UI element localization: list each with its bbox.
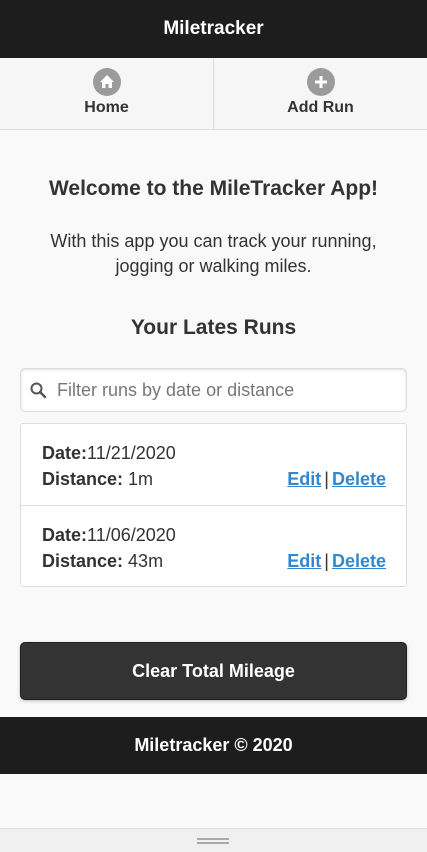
nav-add-run-label: Add Run <box>287 99 354 116</box>
navbar: Home Add Run <box>0 58 427 130</box>
home-icon <box>92 68 121 96</box>
delete-link[interactable]: Delete <box>332 551 386 571</box>
separator: | <box>324 551 329 571</box>
clear-mileage-label: Clear Total Mileage <box>132 660 295 681</box>
main-content: Welcome to the MileTracker App! With thi… <box>0 176 427 700</box>
nav-add-run-button[interactable]: Add Run <box>213 58 427 129</box>
date-label: Date: <box>42 443 88 463</box>
app-footer: Miletracker © 2020 <box>0 717 427 774</box>
runs-section-title: Your Lates Runs <box>130 316 297 339</box>
distance-value: 43m <box>128 551 164 571</box>
welcome-title: Welcome to the MileTracker App! <box>48 177 379 200</box>
nav-home-button[interactable]: Home <box>0 58 213 129</box>
run-actions: Edit | Delete <box>287 466 386 492</box>
app-header: Miletracker <box>0 0 427 58</box>
search-box <box>20 368 407 412</box>
clear-mileage-button[interactable]: Clear Total Mileage <box>20 642 407 700</box>
date-value: 11/06/2020 <box>87 525 176 545</box>
delete-link[interactable]: Delete <box>332 469 386 489</box>
date-label: Date: <box>42 525 88 545</box>
edit-link[interactable]: Edit <box>287 469 321 489</box>
footer-text: Miletracker © 2020 <box>134 735 293 755</box>
bottom-bar <box>0 828 427 852</box>
date-value: 11/21/2020 <box>87 443 176 463</box>
search-input[interactable] <box>57 379 406 401</box>
search-icon <box>29 381 47 399</box>
separator: | <box>324 469 329 489</box>
welcome-text: With this app you can track your running… <box>50 231 377 276</box>
distance-label: Distance: <box>42 469 124 489</box>
edit-link[interactable]: Edit <box>287 551 321 571</box>
drag-handle-icon[interactable] <box>197 838 229 844</box>
nav-home-label: Home <box>84 99 129 116</box>
distance-label: Distance: <box>42 551 124 571</box>
plus-icon <box>306 68 335 96</box>
run-date: Date:11/06/2020 <box>42 522 386 548</box>
list-item: Date:11/21/2020 Distance: 1m Edit | Delete <box>21 424 406 505</box>
distance-value: 1m <box>128 469 154 489</box>
app-title: Miletracker <box>163 18 264 39</box>
run-actions: Edit | Delete <box>287 548 386 574</box>
list-item: Date:11/06/2020 Distance: 43m Edit | Delet… <box>21 505 406 586</box>
run-date: Date:11/21/2020 <box>42 440 386 466</box>
runs-list: Date:11/21/2020 Distance: 1m Edit | Delete… <box>20 423 407 587</box>
